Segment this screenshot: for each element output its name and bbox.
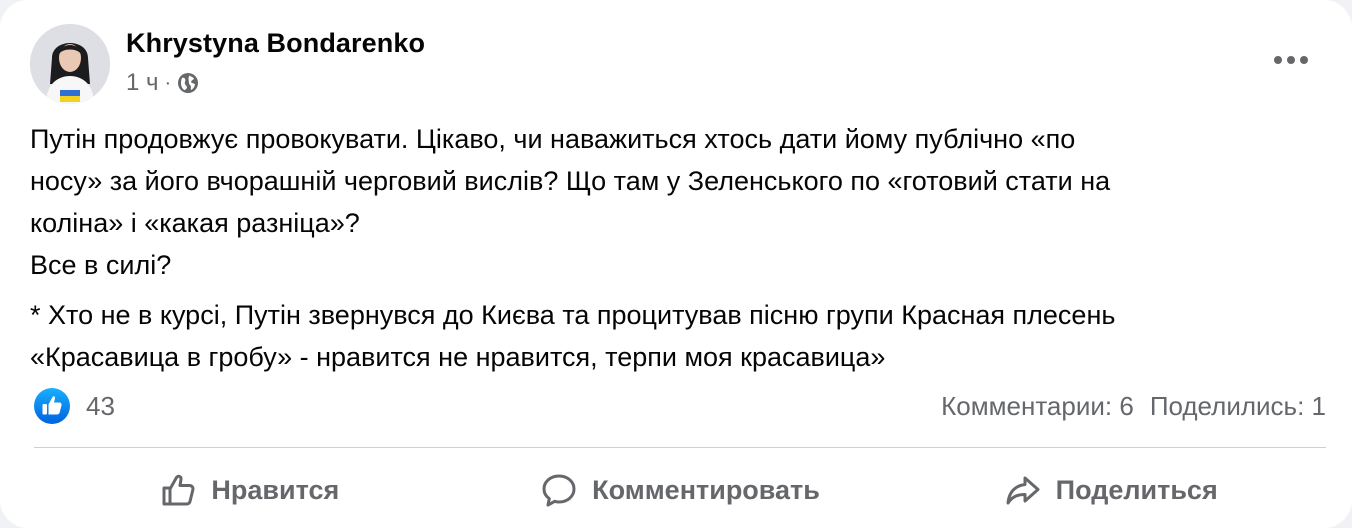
meta-separator: · <box>164 71 172 94</box>
globe-icon <box>177 72 199 94</box>
post-text-line: Все в силі? <box>30 250 172 280</box>
divider <box>34 447 1326 448</box>
post-card: Khrystyna Bondarenko 1 ч · Путін продовж… <box>0 0 1352 528</box>
post-time[interactable]: 1 ч <box>126 69 159 97</box>
share-button[interactable]: Поделиться <box>895 458 1326 522</box>
action-bar: Нравится Комментировать Поделиться <box>34 458 1326 522</box>
post-paragraph-1: Путін продовжує провокувати. Цікаво, чи … <box>30 118 1330 286</box>
comments-count[interactable]: Комментарии: 6 <box>941 391 1134 422</box>
comment-button[interactable]: Комментировать <box>465 458 896 522</box>
post-text-line: «Красавица в гробу» - нравится не нравит… <box>30 342 886 372</box>
reactions-summary[interactable]: 43 <box>34 386 115 426</box>
like-icon <box>34 388 70 424</box>
shares-count[interactable]: Поделились: 1 <box>1150 391 1326 422</box>
post-text-line: коліна» і «какая разніца»? <box>30 208 360 238</box>
like-label: Нравится <box>211 474 340 505</box>
post-stats: Комментарии: 6 Поделились: 1 <box>941 386 1326 426</box>
more-icon <box>1274 56 1308 64</box>
like-button[interactable]: Нравится <box>34 458 465 522</box>
thumbs-up-icon <box>162 474 195 506</box>
share-icon <box>1006 476 1040 505</box>
like-count: 43 <box>86 390 115 421</box>
post-text-line: Путін продовжує провокувати. Цікаво, чи … <box>30 124 1076 154</box>
post-meta: 1 ч · <box>126 68 199 98</box>
share-label: Поделиться <box>1055 474 1218 505</box>
comment-label: Комментировать <box>592 474 820 505</box>
avatar[interactable] <box>30 24 110 104</box>
author-name[interactable]: Khrystyna Bondarenko <box>126 28 425 59</box>
avatar-image <box>30 24 110 104</box>
post-paragraph-2: * Хто не в курсі, Путін звернувся до Киє… <box>30 294 1330 378</box>
post-text-line: * Хто не в курсі, Путін звернувся до Киє… <box>30 300 1116 330</box>
more-options-button[interactable] <box>1266 44 1316 76</box>
post-text-line: носу» за його вчорашній черговий вислів?… <box>30 166 1111 196</box>
post-body: Путін продовжує провокувати. Цікаво, чи … <box>30 118 1330 378</box>
comment-icon <box>542 474 576 507</box>
